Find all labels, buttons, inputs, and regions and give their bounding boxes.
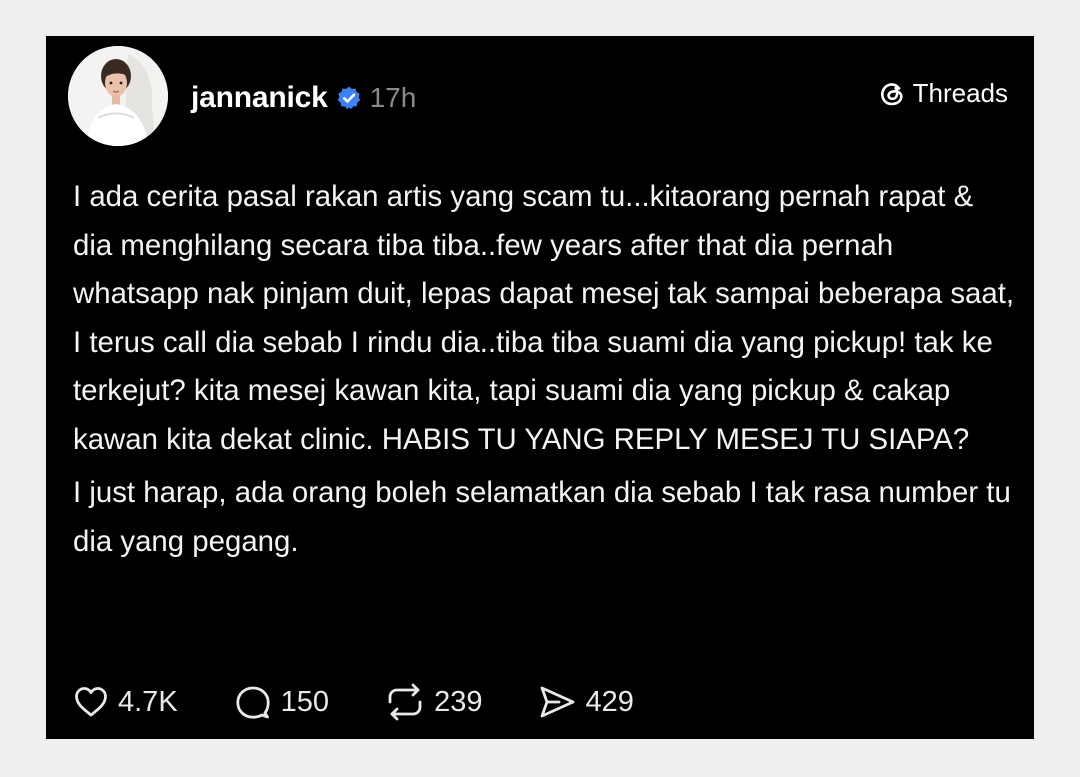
post-timestamp: 17h: [369, 82, 417, 113]
threads-logo-icon: [877, 79, 907, 109]
comment-count: 150: [280, 685, 330, 718]
share-button[interactable]: 429: [537, 682, 634, 722]
post-paragraph: I ada cerita pasal rakan artis yang scam…: [73, 180, 1015, 456]
send-icon: [541, 686, 575, 718]
verified-badge-icon: [336, 85, 362, 111]
post-body: I ada cerita pasal rakan artis yang scam…: [73, 173, 1018, 566]
post-header: jannanick 17h: [191, 76, 416, 120]
comment-icon: [236, 686, 270, 719]
comment-button[interactable]: 150: [233, 682, 329, 722]
repost-button[interactable]: 239: [384, 682, 482, 722]
threads-post-card: jannanick 17h Threads I ada cerita pasal…: [46, 36, 1034, 739]
avatar-image: [68, 46, 168, 146]
threads-brand[interactable]: Threads: [877, 78, 1008, 109]
heart-icon: [75, 687, 107, 717]
repost-count: 239: [434, 685, 483, 718]
share-count: 429: [585, 685, 634, 718]
post-actions: 4.7K 150 239 429: [72, 680, 634, 724]
like-count: 4.7K: [118, 685, 178, 718]
repost-icon: [388, 683, 422, 721]
post-paragraph: I just harap, ada orang boleh selamatkan…: [73, 476, 1011, 558]
username[interactable]: jannanick: [191, 81, 328, 115]
like-button[interactable]: 4.7K: [72, 683, 178, 721]
avatar[interactable]: [68, 46, 168, 146]
threads-brand-label: Threads: [912, 78, 1008, 108]
